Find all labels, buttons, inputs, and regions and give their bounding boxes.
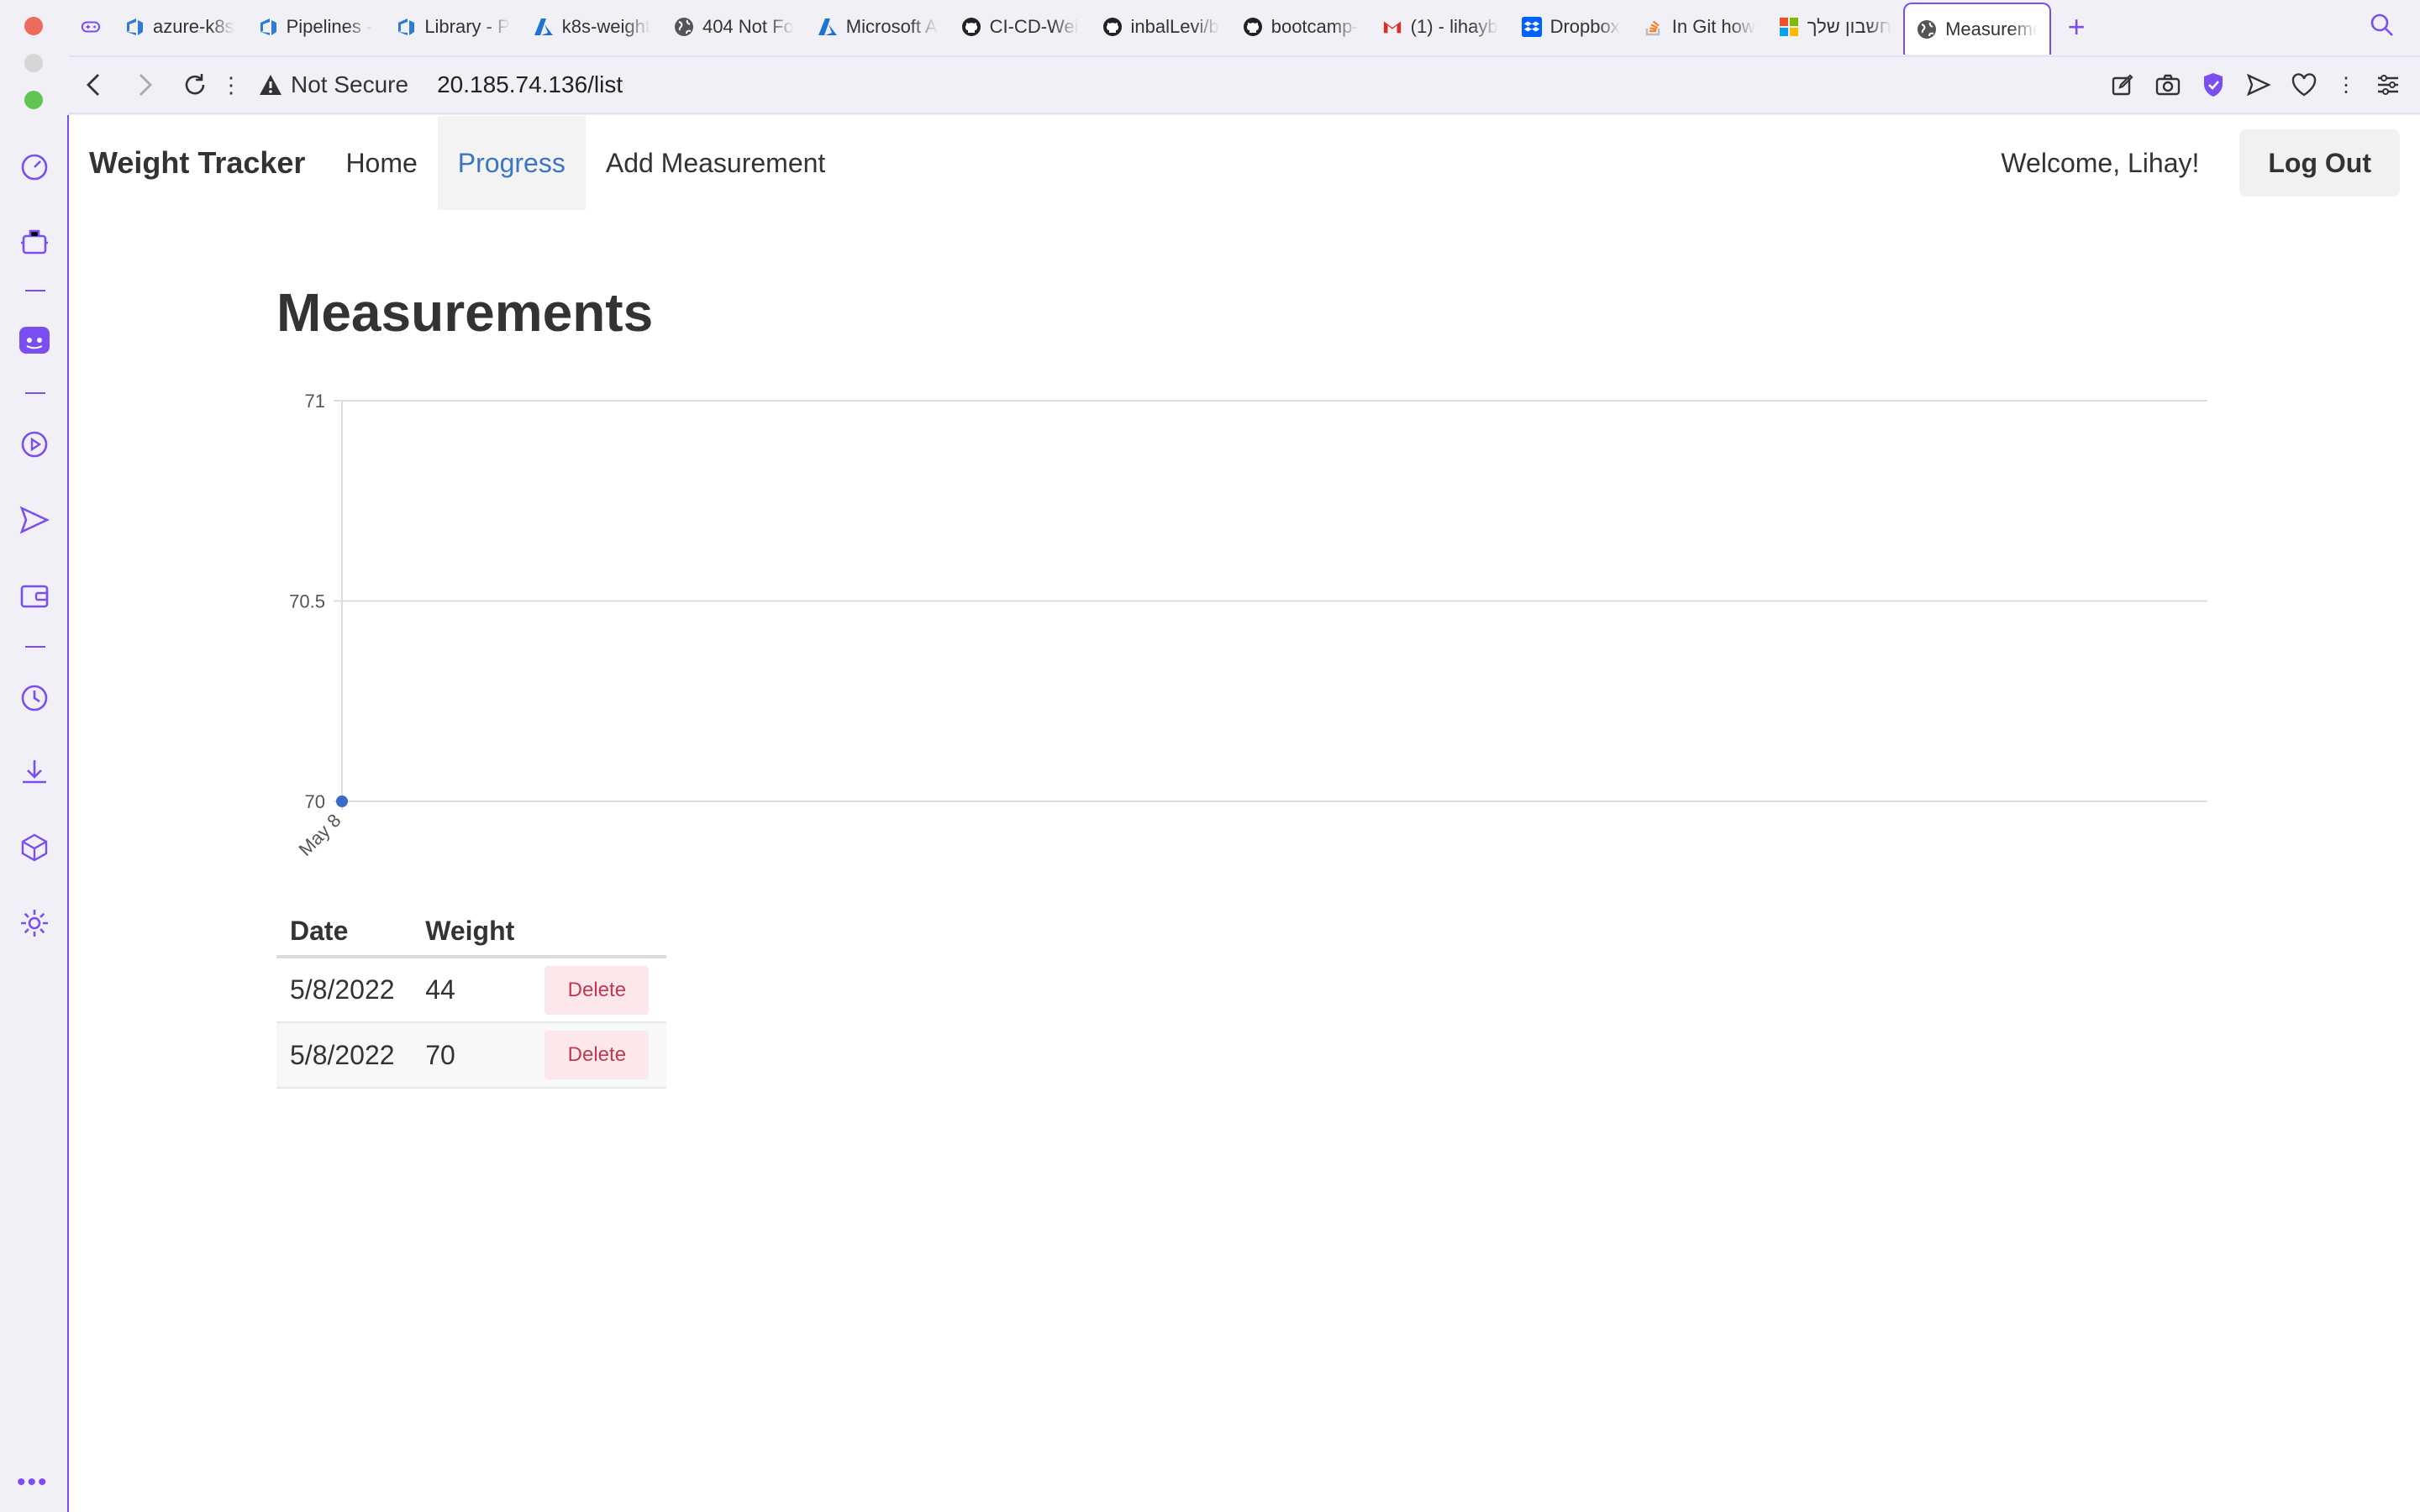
tab-azure-k8s[interactable]: azure-k8s: [113, 0, 246, 54]
browser-chrome: azure-k8s Pipelines - Library - P k8s-we…: [0, 0, 2420, 115]
vpn-shield-icon[interactable]: [2200, 71, 2227, 98]
azure-devops-icon: [396, 17, 416, 37]
microsoft-icon: [1779, 17, 1799, 37]
cell-date: 5/8/2022: [276, 1022, 413, 1089]
column-header-date: Date: [276, 900, 413, 958]
cell-weight: 44: [412, 957, 532, 1023]
weight-chart: 70 70.5 71 May 8: [289, 391, 2207, 860]
address-bar: ⋮ Not Secure 20.185.74.136/list ⋮: [69, 55, 2420, 114]
easy-setup-icon[interactable]: [2375, 71, 2402, 98]
delete-button[interactable]: Delete: [544, 1031, 650, 1079]
x-tick-label: May 8: [294, 810, 345, 860]
back-arrow-icon: [87, 74, 99, 96]
tab-game[interactable]: [69, 0, 113, 54]
tab-dropbox[interactable]: Dropbox: [1510, 0, 1632, 54]
ai-bot-icon[interactable]: [18, 224, 51, 258]
sidebar-divider: [25, 646, 45, 648]
minimize-window-button[interactable]: [24, 54, 43, 72]
cell-actions: Delete: [531, 957, 666, 1023]
settings-gear-icon[interactable]: [18, 906, 51, 940]
azure-devops-icon: [124, 17, 145, 37]
downloads-icon[interactable]: [18, 755, 51, 789]
warning-triangle-icon: [260, 75, 281, 95]
azure-icon: [534, 17, 554, 37]
tab-microsoft-account[interactable]: חשבון שלך: [1767, 0, 1903, 54]
y-tick-label: 70.5: [289, 591, 325, 612]
more-menu-icon[interactable]: ⋮: [2336, 73, 2356, 97]
send-icon[interactable]: [2245, 71, 2272, 98]
maximize-window-button[interactable]: [24, 91, 43, 109]
new-tab-button[interactable]: +: [2051, 9, 2102, 45]
github-icon: [1102, 17, 1123, 37]
tab-microsoft-azure[interactable]: Microsoft A: [806, 0, 950, 54]
tab-stackoverflow[interactable]: In Git how: [1632, 0, 1767, 54]
reload-icon: [185, 74, 205, 95]
azure-devops-icon: [258, 17, 278, 37]
column-header-weight: Weight: [412, 900, 532, 958]
dropbox-icon: [1521, 17, 1542, 37]
azure-icon: [818, 17, 838, 37]
tab-strip: azure-k8s Pipelines - Library - P k8s-we…: [69, 0, 2420, 55]
cell-date: 5/8/2022: [276, 957, 413, 1023]
camera-icon[interactable]: [2154, 71, 2181, 98]
extensions-cube-icon[interactable]: [18, 831, 51, 864]
sidebar-divider: [25, 290, 45, 291]
discord-icon[interactable]: [18, 323, 51, 357]
tab-measurements-active[interactable]: Measureme: [1903, 3, 2052, 55]
heart-icon[interactable]: [2291, 71, 2317, 98]
table-row: 5/8/2022 44 Delete: [276, 957, 666, 1023]
column-header-actions: [531, 900, 666, 958]
forward-button[interactable]: [119, 60, 170, 110]
web-page: Weight Tracker Home Progress Add Measure…: [69, 115, 2420, 1512]
wallet-icon[interactable]: [18, 579, 51, 612]
cell-actions: Delete: [531, 1022, 666, 1089]
tab-pipelines[interactable]: Pipelines -: [246, 0, 385, 54]
tab-library[interactable]: Library - P: [384, 0, 521, 54]
edit-page-icon[interactable]: [2109, 71, 2136, 98]
github-icon: [1243, 17, 1263, 37]
forward-arrow-icon: [139, 74, 152, 96]
security-indicator[interactable]: Not Secure: [259, 71, 408, 98]
sidebar-divider: [25, 392, 45, 394]
url-field[interactable]: 20.185.74.136/list: [437, 71, 623, 98]
back-button[interactable]: [69, 60, 119, 110]
gmail-icon: [1382, 17, 1402, 37]
history-clock-icon[interactable]: [18, 681, 51, 715]
tab-inballevi[interactable]: inbalLevi/b: [1091, 0, 1231, 54]
page-menu-kebab-icon[interactable]: ⋮: [220, 72, 242, 98]
my-flow-icon[interactable]: [18, 503, 51, 537]
sidebar-more-icon[interactable]: •••: [17, 1468, 49, 1497]
stackoverflow-icon: [1644, 17, 1664, 37]
player-icon[interactable]: [18, 428, 51, 461]
y-tick-label: 70: [305, 791, 325, 812]
tab-404[interactable]: 404 Not Fo: [662, 0, 806, 54]
close-window-button[interactable]: [24, 17, 43, 35]
cell-weight: 70: [412, 1022, 532, 1089]
globe-icon: [674, 17, 694, 37]
measurements-table: Date Weight 5/8/2022 44 Delete 5/8/2022 …: [276, 900, 666, 1089]
data-point: [336, 795, 348, 807]
y-tick-label: 71: [305, 391, 325, 412]
table-header-row: Date Weight: [276, 900, 666, 958]
tab-gmail[interactable]: (1) - lihayb: [1370, 0, 1510, 54]
game-controller-icon: [81, 17, 101, 37]
delete-button[interactable]: Delete: [544, 965, 650, 1015]
tab-bootcamp[interactable]: bootcamp-: [1231, 0, 1370, 54]
speed-dial-icon[interactable]: [18, 150, 51, 184]
globe-icon: [1917, 19, 1937, 39]
tab-k8s-weight[interactable]: k8s-weight: [522, 0, 662, 54]
reload-button[interactable]: [170, 60, 220, 110]
table-row: 5/8/2022 70 Delete: [276, 1022, 666, 1089]
tab-ci-cd[interactable]: CI-CD-Wei: [950, 0, 1091, 54]
tab-search-icon[interactable]: [2370, 13, 2395, 42]
github-icon: [961, 17, 981, 37]
browser-sidebar: •••: [0, 115, 69, 1512]
